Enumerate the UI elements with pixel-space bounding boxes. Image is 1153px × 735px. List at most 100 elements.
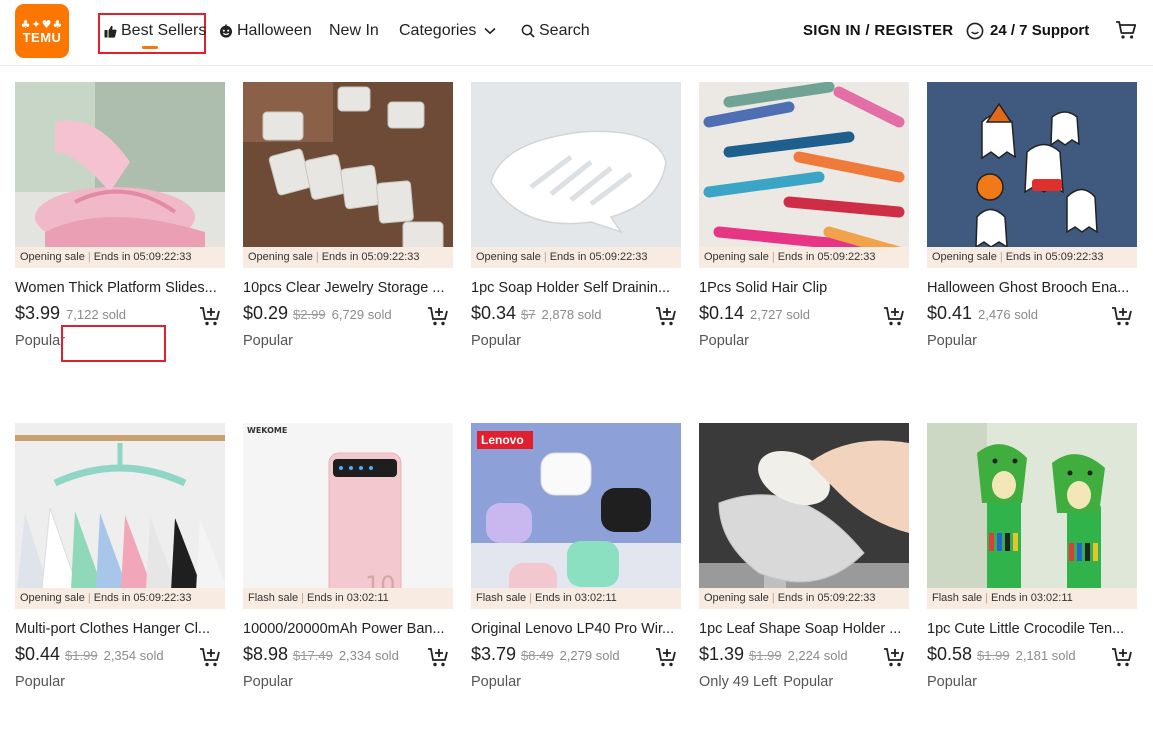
temu-logo[interactable]: ♣✦♥♣ TEMU [15,4,69,58]
tag-row: Only 49 Left Popular [699,672,909,692]
product-card[interactable]: Opening sale | Ends in 05:09:22:33 Multi-p… [15,423,225,692]
tag-row: Popular [927,672,1137,692]
product-price: $8.98 [243,644,289,664]
sale-ends: Ends in 03:02:11 [991,592,1073,604]
sale-label: Opening sale [704,592,769,604]
nav-halloween[interactable]: Halloween [219,21,312,41]
cart-icon[interactable] [1115,20,1137,45]
product-price: $3.79 [471,644,517,664]
nav-search[interactable]: Search [521,21,590,41]
add-to-cart-icon[interactable] [199,646,221,673]
sale-label: Opening sale [476,251,541,263]
add-to-cart-icon[interactable] [883,646,905,673]
logo-text: TEMU [22,30,62,45]
sale-countdown-strip: Opening sale | Ends in 05:09:22:33 [243,247,453,268]
earbuds-image: Lenovo [471,423,681,609]
product-title[interactable]: Multi-port Clothes Hanger Cl... [15,619,225,639]
active-nav-underline [142,46,158,49]
add-to-cart-icon[interactable] [883,305,905,332]
product-price: $0.29 [243,303,289,323]
sold-count: 2,224 sold [787,648,848,663]
product-title[interactable]: 1pc Soap Holder Self Drainin... [471,278,681,298]
price-row: $0.44 $1.99 2,354 sold [15,644,225,670]
product-image[interactable]: Lenovo Flash sale | Ends in 03:02:11 [471,423,681,609]
clear-boxes-image [243,82,453,268]
sold-count: 2,878 sold [541,307,602,322]
original-price: $1.99 [977,648,1010,663]
product-card[interactable]: Opening sale | Ends in 05:09:22:33 Hallowe… [927,82,1137,351]
popular-tag: Popular [15,333,65,349]
tag-row: Popular [243,672,453,692]
nav-categories[interactable]: Categories [399,21,500,41]
power-bank-image: 10 WEKOME [243,423,453,609]
product-image[interactable]: Opening sale | Ends in 05:09:22:33 [15,82,225,268]
sold-count: 7,122 sold [66,307,127,322]
popular-tag: Popular [471,674,521,690]
wekome-brand: WEKOME [247,426,287,435]
sale-label: Opening sale [20,592,85,604]
product-title[interactable]: Women Thick Platform Slides... [15,278,225,298]
product-card[interactable]: Opening sale | Ends in 05:09:22:33 1pc Soa… [471,82,681,351]
product-image[interactable]: Opening sale | Ends in 05:09:22:33 [15,423,225,609]
sale-label: Flash sale [476,592,527,604]
sale-countdown-strip: Opening sale | Ends in 05:09:22:33 [15,247,225,268]
sale-countdown-strip: Opening sale | Ends in 05:09:22:33 [699,588,909,609]
sale-label: Opening sale [20,251,85,263]
nav-best-sellers[interactable]: Best Sellers [104,21,206,41]
add-to-cart-icon[interactable] [1111,646,1133,673]
original-price: $8.49 [521,648,554,663]
product-card[interactable]: Lenovo Flash sale | Ends in 03:02:11 Origi… [471,423,681,692]
product-card[interactable]: Opening sale | Ends in 05:09:22:33 Women T… [15,82,225,351]
sale-ends: Ends in 05:09:22:33 [777,251,876,263]
ghost-brooch-image [927,82,1137,268]
product-image[interactable]: 10 WEKOME Flash sale | Ends in 03:02:11 [243,423,453,609]
product-image[interactable]: Flash sale | Ends in 03:02:11 [927,423,1137,609]
product-title[interactable]: Original Lenovo LP40 Pro Wir... [471,619,681,639]
product-image[interactable]: Opening sale | Ends in 05:09:22:33 [699,82,909,268]
add-to-cart-icon[interactable] [427,646,449,673]
product-image[interactable]: Opening sale | Ends in 05:09:22:33 [471,82,681,268]
product-title[interactable]: 1pc Leaf Shape Soap Holder ... [699,619,909,639]
product-image[interactable]: Opening sale | Ends in 05:09:22:33 [243,82,453,268]
price-row: $0.58 $1.99 2,181 sold [927,644,1137,670]
add-to-cart-icon[interactable] [199,305,221,332]
lenovo-brand: Lenovo [481,433,524,447]
original-price: $7 [521,307,536,322]
product-title[interactable]: 1Pcs Solid Hair Clip [699,278,909,298]
crocodile-pens-image [927,423,1137,609]
product-card[interactable]: Flash sale | Ends in 03:02:11 1pc Cute Lit… [927,423,1137,692]
original-price: $2.99 [293,307,326,322]
sign-in-register-link[interactable]: SIGN IN / REGISTER [803,21,953,41]
sale-ends: Ends in 05:09:22:33 [1005,251,1104,263]
sale-ends: Ends in 03:02:11 [535,592,617,604]
tag-row: Popular [243,331,453,351]
sale-countdown-strip: Opening sale | Ends in 05:09:22:33 [471,247,681,268]
product-card[interactable]: Opening sale | Ends in 05:09:22:33 10pcs C… [243,82,453,351]
add-to-cart-icon[interactable] [427,305,449,332]
price-row: $0.14 2,727 sold [699,303,909,329]
product-title[interactable]: 10pcs Clear Jewelry Storage ... [243,278,453,298]
nav-categories-label: Categories [399,22,477,39]
product-price: $0.58 [927,644,973,664]
tag-row: Popular [471,672,681,692]
product-image[interactable]: Opening sale | Ends in 05:09:22:33 [927,82,1137,268]
nav-new-in[interactable]: New In [329,21,379,41]
sale-ends: Ends in 05:09:22:33 [321,251,420,263]
product-title[interactable]: Halloween Ghost Brooch Ena... [927,278,1137,298]
product-card[interactable]: Opening sale | Ends in 05:09:22:33 1pc Lea… [699,423,909,692]
product-title[interactable]: 10000/20000mAh Power Ban... [243,619,453,639]
clothes-hanger-image [15,423,225,609]
add-to-cart-icon[interactable] [655,305,677,332]
nav-new-in-label: New In [329,22,379,39]
support-link[interactable]: 24 / 7 Support [966,21,1089,41]
product-image[interactable]: Opening sale | Ends in 05:09:22:33 [699,423,909,609]
tag-row: Popular [15,672,225,692]
product-title[interactable]: 1pc Cute Little Crocodile Ten... [927,619,1137,639]
popular-tag: Popular [15,674,65,690]
product-card[interactable]: 10 WEKOME Flash sale | Ends in 03:02:11 10… [243,423,453,692]
add-to-cart-icon[interactable] [1111,305,1133,332]
add-to-cart-icon[interactable] [655,646,677,673]
product-card[interactable]: Opening sale | Ends in 05:09:22:33 1Pcs So… [699,82,909,351]
sale-label: Flash sale [932,592,983,604]
product-price: $0.14 [699,303,745,323]
